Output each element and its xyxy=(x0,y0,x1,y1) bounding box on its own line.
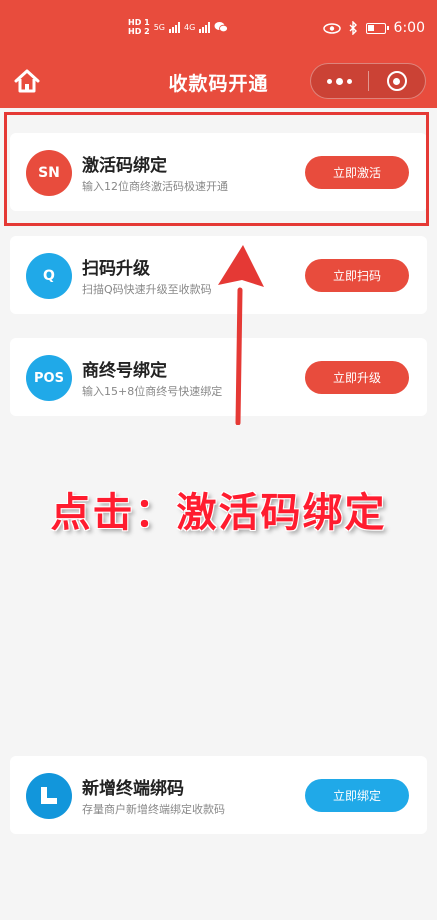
eye-icon xyxy=(322,22,341,34)
signal-indicators: HD 1 HD 2 5G 4G xyxy=(128,18,229,36)
q-icon: Q xyxy=(26,253,72,299)
card-activation-code: SN 激活码绑定 输入12位商终激活码极速开通 立即激活 xyxy=(10,133,427,211)
more-button[interactable] xyxy=(311,64,368,98)
upgrade-now-button[interactable]: 立即升级 xyxy=(305,361,409,394)
hd-badges: HD 1 HD 2 xyxy=(128,18,150,36)
card-desc: 扫描Q码快速升级至收款码 xyxy=(82,283,212,296)
nav-bar: 收款码开通 xyxy=(0,56,437,108)
status-right: 6:00 xyxy=(322,20,425,36)
hd2-label: HD 2 xyxy=(128,27,150,36)
signal-bars-icon xyxy=(168,21,180,33)
hd1-label: HD 1 xyxy=(128,18,150,27)
pos-icon: POS xyxy=(26,355,72,401)
close-button[interactable] xyxy=(369,64,425,98)
card-new-terminal: 新增终端绑码 存量商户新增终端绑定收款码 立即绑定 xyxy=(10,756,427,834)
status-time: 6:00 xyxy=(393,20,425,36)
card-title: 商终号绑定 xyxy=(82,361,167,381)
annotation-text: 点击：激活码绑定 xyxy=(50,490,387,536)
battery-icon xyxy=(365,22,389,34)
bind-code-icon xyxy=(26,773,72,819)
network-4g-label: 4G xyxy=(183,22,196,32)
bind-now-button[interactable]: 立即绑定 xyxy=(305,779,409,812)
network-5g-label: 5G xyxy=(153,22,165,32)
activate-now-button[interactable]: 立即激活 xyxy=(305,156,409,189)
card-desc: 存量商户新增终端绑定收款码 xyxy=(82,803,225,816)
more-dots-icon xyxy=(327,77,352,85)
card-title: 新增终端绑码 xyxy=(82,779,184,799)
arrow-up-icon xyxy=(218,245,264,425)
sn-icon: SN xyxy=(26,150,72,196)
mini-program-capsule xyxy=(310,63,426,99)
wechat-icon xyxy=(214,22,229,33)
target-close-icon xyxy=(386,71,407,91)
card-desc: 输入12位商终激活码极速开通 xyxy=(82,180,228,193)
card-title: 扫码升级 xyxy=(82,259,150,279)
bluetooth-icon xyxy=(349,21,357,35)
status-bar: HD 1 HD 2 5G 4G 6:00 xyxy=(0,0,437,56)
scan-now-button[interactable]: 立即扫码 xyxy=(305,259,409,292)
signal-bars-icon-2 xyxy=(199,21,211,33)
card-title: 激活码绑定 xyxy=(82,156,167,176)
